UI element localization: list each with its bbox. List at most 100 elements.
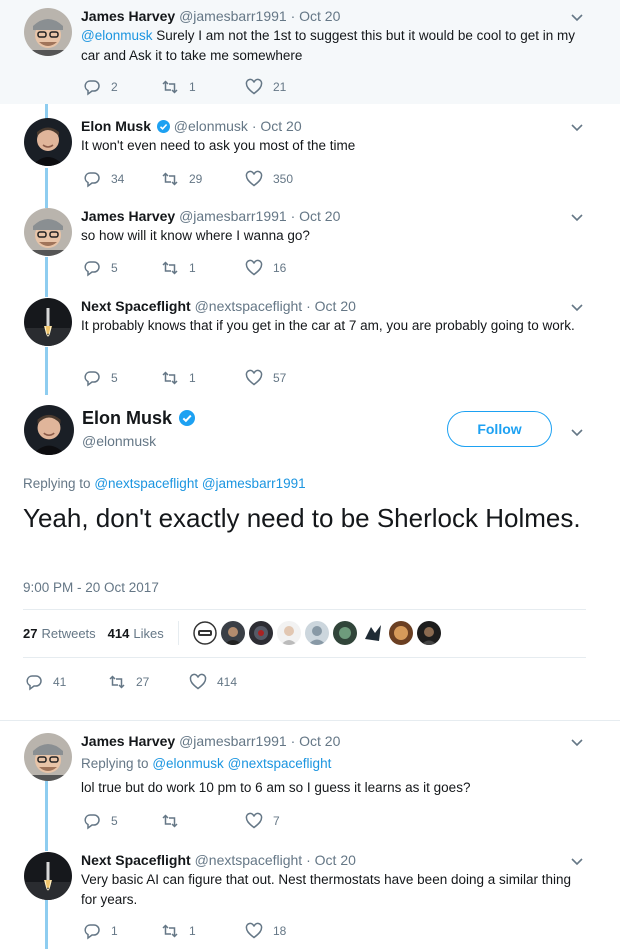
retweets-stat[interactable]: 27 Retweets	[23, 626, 96, 641]
liker-avatar[interactable]	[416, 621, 441, 645]
like-button[interactable]: 57	[245, 369, 286, 387]
reply-count: 5	[111, 261, 118, 275]
author-handle[interactable]: @nextspaceflight	[195, 852, 303, 868]
tweet-time[interactable]: Oct 20	[299, 208, 340, 224]
tweet-timestamp[interactable]: 9:00 PM - 20 Oct 2017	[23, 580, 159, 595]
reply-button[interactable]: 41	[25, 673, 66, 691]
tweet-time[interactable]: Oct 20	[315, 298, 356, 314]
avatar[interactable]	[24, 118, 72, 166]
mention-link[interactable]: @jamesbarr1991	[202, 476, 306, 491]
like-button[interactable]: 7	[245, 812, 280, 830]
tweet[interactable]: Elon Musk @elonmusk · Oct 20 It won't ev…	[0, 110, 620, 196]
tweet-time[interactable]: Oct 20	[299, 8, 340, 24]
divider	[23, 609, 586, 610]
tweet[interactable]: Next Spaceflight @nextspaceflight · Oct …	[0, 290, 620, 395]
retweet-count: 29	[189, 172, 203, 186]
chevron-down-icon[interactable]	[570, 210, 584, 224]
author-handle[interactable]: @jamesbarr1991	[179, 733, 287, 749]
heart-icon	[245, 922, 263, 939]
author-name[interactable]: Elon Musk	[81, 118, 151, 134]
tweet-text: @elonmusk Surely I am not the 1st to sug…	[81, 26, 581, 66]
replying-label: Replying to	[81, 756, 149, 771]
author-name[interactable]: James Harvey	[81, 208, 175, 224]
author-name[interactable]: James Harvey	[81, 733, 175, 749]
like-count: 16	[273, 261, 287, 275]
tweet-time[interactable]: Oct 20	[260, 118, 301, 134]
like-button[interactable]: 18	[245, 922, 286, 940]
liker-avatar[interactable]	[360, 621, 385, 645]
replying-to: Replying to @nextspaceflight @jamesbarr1…	[23, 476, 306, 491]
retweet-icon	[162, 261, 178, 275]
follow-button[interactable]: Follow	[447, 411, 552, 447]
like-count: 414	[217, 675, 238, 689]
mention-link[interactable]: @nextspaceflight	[228, 756, 332, 771]
retweet-button[interactable]: 1	[161, 369, 196, 387]
liker-avatar[interactable]	[388, 621, 413, 645]
tweet-time[interactable]: Oct 20	[315, 852, 356, 868]
tweet-time[interactable]: Oct 20	[299, 733, 340, 749]
retweet-count: 1	[189, 924, 196, 938]
chevron-down-icon[interactable]	[570, 735, 584, 749]
avatar[interactable]	[24, 298, 72, 346]
avatar[interactable]	[24, 208, 72, 256]
retweet-button[interactable]: 1	[161, 78, 196, 96]
author-handle[interactable]: @nextspaceflight	[195, 298, 303, 314]
retweet-icon	[162, 80, 178, 94]
chevron-down-icon[interactable]	[570, 425, 584, 439]
tweet[interactable]: James Harvey @jamesbarr1991 · Oct 20 @el…	[0, 0, 620, 104]
chevron-down-icon[interactable]	[570, 300, 584, 314]
reply-count: 2	[111, 80, 118, 94]
tweet-actions: 41 27 414	[25, 673, 265, 691]
liker-avatar[interactable]	[248, 621, 273, 645]
reply-button[interactable]: 1	[83, 922, 118, 940]
liker-avatar[interactable]	[192, 621, 217, 645]
author-name[interactable]: Next Spaceflight	[81, 298, 191, 314]
liker-avatar[interactable]	[276, 621, 301, 645]
divider	[177, 621, 179, 645]
retweet-button[interactable]	[161, 812, 189, 830]
chevron-down-icon[interactable]	[570, 854, 584, 868]
tweet-actions: 34 29 350	[83, 170, 323, 188]
liker-avatar[interactable]	[304, 621, 329, 645]
reply-button[interactable]: 2	[83, 78, 118, 96]
liker-avatar[interactable]	[220, 621, 245, 645]
author-handle[interactable]: @jamesbarr1991	[179, 208, 287, 224]
like-button[interactable]: 350	[245, 170, 293, 188]
tweet[interactable]: James Harvey @jamesbarr1991 · Oct 20 Rep…	[0, 725, 620, 835]
like-button[interactable]: 21	[245, 78, 286, 96]
like-count: 7	[273, 814, 280, 828]
retweet-button[interactable]: 27	[108, 673, 149, 691]
author-handle[interactable]: @jamesbarr1991	[179, 8, 287, 24]
heart-icon	[245, 170, 263, 187]
avatar[interactable]	[24, 405, 74, 455]
like-button[interactable]: 414	[189, 673, 237, 691]
avatar[interactable]	[24, 733, 72, 781]
mention-link[interactable]: @nextspaceflight	[94, 476, 198, 491]
chevron-down-icon[interactable]	[570, 120, 584, 134]
author-handle[interactable]: @elonmusk	[174, 118, 248, 134]
reply-button[interactable]: 5	[83, 369, 118, 387]
mention-link[interactable]: @elonmusk	[81, 28, 152, 43]
author-handle[interactable]: @elonmusk	[82, 433, 156, 449]
reply-button[interactable]: 5	[83, 812, 118, 830]
tweet[interactable]: Next Spaceflight @nextspaceflight · Oct …	[0, 844, 620, 949]
mention-link[interactable]: @elonmusk	[152, 756, 223, 771]
author-name[interactable]: Elon Musk	[82, 408, 196, 429]
likes-stat-count: 414	[107, 625, 130, 641]
chevron-down-icon[interactable]	[570, 10, 584, 24]
tweet-header: Next Spaceflight @nextspaceflight · Oct …	[81, 298, 356, 314]
likes-stat[interactable]: 414 Likes	[108, 626, 164, 641]
avatar[interactable]	[24, 852, 72, 900]
avatar[interactable]	[24, 8, 72, 56]
retweet-button[interactable]: 1	[161, 259, 196, 277]
like-button[interactable]: 16	[245, 259, 286, 277]
retweet-button[interactable]: 1	[161, 922, 196, 940]
author-name[interactable]: James Harvey	[81, 8, 175, 24]
author-name-text: Elon Musk	[82, 408, 173, 428]
liker-avatar[interactable]	[332, 621, 357, 645]
author-name[interactable]: Next Spaceflight	[81, 852, 191, 868]
retweet-button[interactable]: 29	[161, 170, 202, 188]
reply-button[interactable]: 34	[83, 170, 124, 188]
tweet[interactable]: James Harvey @jamesbarr1991 · Oct 20 so …	[0, 200, 620, 286]
reply-button[interactable]: 5	[83, 259, 118, 277]
